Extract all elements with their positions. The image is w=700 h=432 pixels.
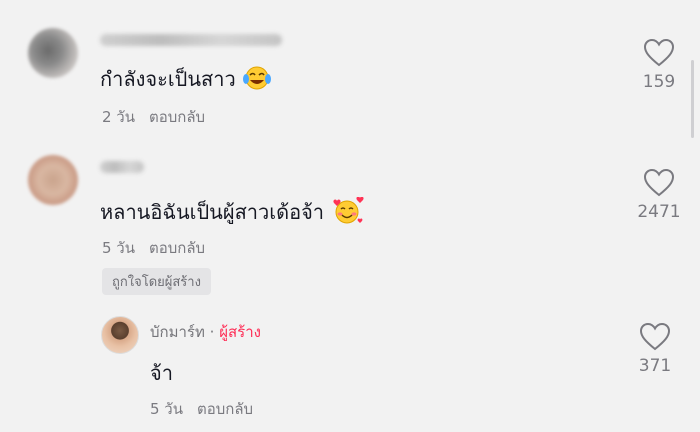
comment-meta: 2 วัน ตอบกลับ	[102, 105, 205, 129]
creator-avatar[interactable]	[101, 316, 139, 354]
timestamp: 5 วัน	[150, 400, 183, 418]
reply-author[interactable]: บักมาร์ท	[150, 323, 205, 341]
avatar[interactable]	[28, 155, 78, 205]
reply-button[interactable]: ตอบกลับ	[149, 108, 205, 126]
timestamp: 2 วัน	[102, 108, 135, 126]
comment-text-body: กำลังจะเป็นสาว	[100, 67, 236, 91]
like-count: 371	[638, 356, 672, 376]
separator-dot: ·	[209, 323, 215, 341]
laughing-tears-emoji	[242, 65, 272, 96]
like-count: 159	[642, 72, 676, 92]
comment-meta: 5 วัน ตอบกลับ	[102, 236, 205, 260]
like-button[interactable]: 2471	[624, 168, 694, 222]
like-button[interactable]: 371	[620, 322, 690, 376]
heart-outline-icon[interactable]	[643, 168, 675, 198]
reply-button[interactable]: ตอบกลับ	[149, 239, 205, 257]
avatar[interactable]	[28, 28, 78, 78]
comment-text-body: หลานอิฉันเป็นผู้สาวเด้อจ้า	[100, 200, 325, 224]
username-redacted[interactable]	[100, 34, 282, 46]
scrollbar[interactable]	[691, 60, 694, 138]
reply-meta: 5 วัน ตอบกลับ	[150, 397, 253, 421]
timestamp: 5 วัน	[102, 239, 135, 257]
smiling-hearts-emoji	[330, 196, 364, 230]
reply-author-line: บักมาร์ท · ผู้สร้าง	[150, 320, 261, 344]
like-button[interactable]: 159	[624, 38, 694, 92]
creator-tag: ผู้สร้าง	[219, 323, 261, 341]
comment-text: กำลังจะเป็นสาว	[100, 63, 272, 96]
reply-text: จ้า	[150, 361, 173, 385]
like-count: 2471	[637, 202, 681, 222]
reply-button[interactable]: ตอบกลับ	[197, 400, 253, 418]
username-redacted[interactable]	[100, 161, 144, 173]
comment-text: หลานอิฉันเป็นผู้สาวเด้อจ้า	[100, 196, 364, 230]
liked-by-creator-badge: ถูกใจโดยผู้สร้าง	[102, 268, 211, 295]
heart-outline-icon[interactable]	[639, 322, 671, 352]
comments-screen: กำลังจะเป็นสาว 2 วัน ตอบกลับ 159 หลานอิฉ…	[0, 0, 700, 432]
heart-outline-icon[interactable]	[643, 38, 675, 68]
